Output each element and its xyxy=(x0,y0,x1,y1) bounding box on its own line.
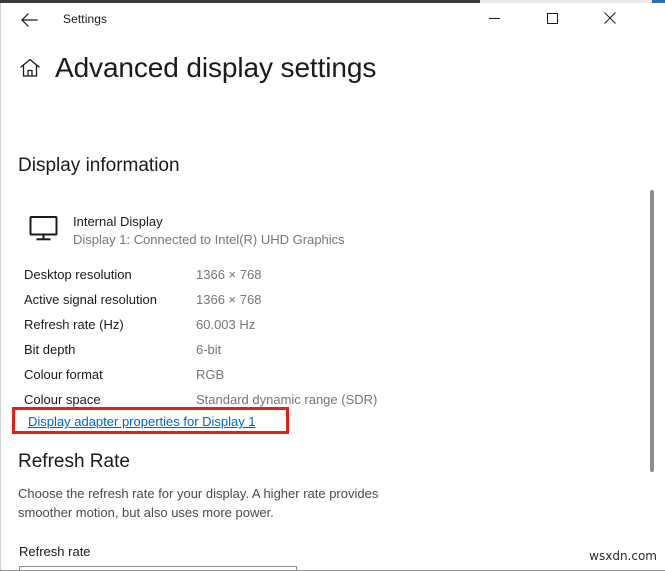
refresh-rate-heading: Refresh Rate xyxy=(18,451,130,473)
row-label: Bit depth xyxy=(24,342,196,357)
monitor-text-block: Internal Display Display 1: Connected to… xyxy=(73,213,345,249)
maximize-icon xyxy=(547,11,558,29)
scrollbar-thumb[interactable] xyxy=(650,190,654,472)
row-value: RGB xyxy=(196,367,224,382)
title-bar: Settings xyxy=(1,3,665,36)
close-icon xyxy=(604,11,616,29)
table-row: Desktop resolution 1366 × 768 xyxy=(24,262,444,287)
row-value: Standard dynamic range (SDR) xyxy=(196,392,377,407)
row-label: Active signal resolution xyxy=(24,292,196,307)
watermark: wsxdn.com xyxy=(589,549,657,563)
table-row: Refresh rate (Hz) 60.003 Hz xyxy=(24,312,444,337)
refresh-rate-field-label: Refresh rate xyxy=(19,544,91,559)
table-row: Colour space Standard dynamic range (SDR… xyxy=(24,387,444,412)
refresh-rate-description: Choose the refresh rate for your display… xyxy=(18,484,418,522)
home-icon[interactable] xyxy=(18,56,42,80)
table-row: Active signal resolution 1366 × 768 xyxy=(24,287,444,312)
row-label: Colour format xyxy=(24,367,196,382)
monitor-icon xyxy=(29,215,61,243)
row-value: 1366 × 768 xyxy=(196,267,261,282)
display-adapter-properties-link[interactable]: Display adapter properties for Display 1 xyxy=(28,414,256,429)
monitor-subtitle: Display 1: Connected to Intel(R) UHD Gra… xyxy=(73,230,345,249)
app-title: Settings xyxy=(63,12,107,26)
row-value: 60.003 Hz xyxy=(196,317,255,332)
monitor-summary: Internal Display Display 1: Connected to… xyxy=(29,213,345,249)
table-row: Bit depth 6-bit xyxy=(24,337,444,362)
monitor-name: Internal Display xyxy=(73,213,345,230)
settings-content-pane: Advanced display settings Display inform… xyxy=(1,36,653,571)
row-value: 1366 × 768 xyxy=(196,292,261,307)
row-value: 6-bit xyxy=(196,342,221,357)
row-label: Refresh rate (Hz) xyxy=(24,317,196,332)
table-row: Colour format RGB xyxy=(24,362,444,387)
display-information-heading: Display information xyxy=(18,155,180,177)
minimize-button[interactable] xyxy=(471,3,517,36)
settings-window: Settings xyxy=(0,0,665,571)
page-title: Advanced display settings xyxy=(55,54,376,82)
minimize-icon xyxy=(489,11,500,29)
display-information-table: Desktop resolution 1366 × 768 Active sig… xyxy=(24,262,444,412)
back-arrow-icon xyxy=(21,13,38,27)
back-button[interactable] xyxy=(9,3,49,36)
close-button[interactable] xyxy=(587,3,633,36)
row-label: Colour space xyxy=(24,392,196,407)
page-header: Advanced display settings xyxy=(18,54,376,82)
row-label: Desktop resolution xyxy=(24,267,196,282)
maximize-button[interactable] xyxy=(529,3,575,36)
